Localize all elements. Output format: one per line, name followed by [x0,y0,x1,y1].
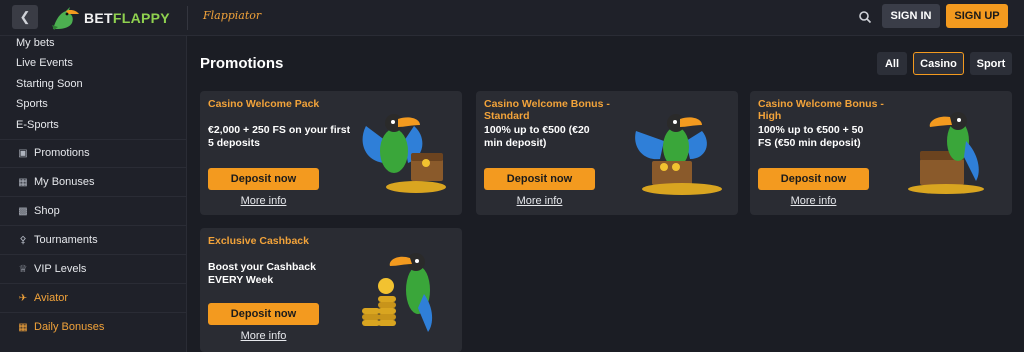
promo-card-title: Casino Welcome Bonus - High [758,98,884,122]
sidebar-item-aviator[interactable]: ✈ Aviator [18,290,68,306]
filter-sport[interactable]: Sport [970,52,1012,75]
parrot-treasure-chest-image [635,114,722,195]
parrot-gold-coins-image [362,253,433,332]
sidebar-item-my-bets[interactable]: My bets [16,35,55,51]
search-icon[interactable] [858,10,872,24]
sidebar-item-vip-levels[interactable]: ♕ VIP Levels [18,261,87,277]
promo-card: Casino Welcome Bonus - High 100% up to €… [750,91,1012,215]
sidebar-divider [0,225,187,226]
sidebar-item-label: Shop [34,205,60,217]
sidebar-item-sports[interactable]: Sports [16,96,48,112]
promo-card-title: Casino Welcome Bonus - Standard [484,98,610,122]
logo-text: BETFLAPPY [84,10,170,26]
promo-card: Exclusive Cashback Boost your Cashback E… [200,228,462,352]
parrot-treasure-chest-image [908,112,984,194]
sidebar-divider [0,196,187,197]
deposit-now-button[interactable]: Deposit now [758,168,869,190]
sidebar-item-label: Daily Bonuses [34,321,105,333]
sidebar-item-label: Aviator [34,292,69,304]
deposit-now-button[interactable]: Deposit now [208,303,319,325]
sidebar-divider [0,167,187,168]
calendar-icon: ▦ [18,321,28,333]
plane-icon: ✈ [18,292,28,304]
header-divider [187,6,188,30]
main-content: Promotions All Casino Sport Casino Welco… [188,36,1024,352]
logo[interactable]: BETFLAPPY [50,4,170,32]
top-bar: ❮ BETFLAPPY Flappiator SIGN IN SIGN UP [0,0,1024,36]
sidebar-item-label: Tournaments [34,234,98,246]
sidebar-item-live-events[interactable]: Live Events [16,55,73,71]
trophy-icon: ⚴ [19,234,27,246]
promo-card-description: €2,000 + 250 FS on your first 5 deposits [208,124,351,149]
toucan-logo-icon [52,7,79,30]
parrot-treasure-chest-image [362,114,446,193]
deposit-now-button[interactable]: Deposit now [208,168,319,190]
filter-casino[interactable]: Casino [913,52,964,75]
deposit-now-button[interactable]: Deposit now [484,168,595,190]
sidebar-item-label: Promotions [34,147,90,159]
more-info-link[interactable]: More info [484,195,595,207]
sidebar-item-tournaments[interactable]: ⚴ Tournaments [18,232,98,248]
promo-card-description: Boost your Cashback EVERY Week [208,261,316,286]
sidebar-item-promotions[interactable]: ▣ Promotions [18,145,90,161]
sidebar-divider [0,139,187,140]
sidebar: My bets Live Events Starting Soon Sports… [0,36,187,352]
more-info-link[interactable]: More info [758,195,869,207]
chevron-left-icon: ❮ [19,9,31,24]
sidebar-item-daily-bonuses[interactable]: ▦ Daily Bonuses [18,319,104,335]
bonus-icon: ▦ [18,176,28,188]
sidebar-divider [0,312,187,313]
sign-in-button[interactable]: SIGN IN [882,4,940,28]
back-button[interactable]: ❮ [12,5,38,29]
shop-icon: ▩ [18,205,28,217]
sidebar-item-label: My Bonuses [34,176,95,188]
gift-icon: ▣ [18,147,28,159]
sidebar-divider [0,254,187,255]
page-title: Promotions [200,55,284,72]
sidebar-item-e-sports[interactable]: E-Sports [16,117,59,133]
crown-icon: ♕ [18,263,28,275]
promo-card-title: Exclusive Cashback [208,235,309,247]
more-info-link[interactable]: More info [208,330,319,342]
sidebar-divider [0,283,187,284]
sidebar-item-shop[interactable]: ▩ Shop [18,203,60,219]
promo-card: Casino Welcome Pack €2,000 + 250 FS on y… [200,91,462,215]
flappiator-link[interactable]: Flappiator [203,9,261,22]
promo-card-description: 100% up to €500 + 50 FS (€50 min deposit… [758,124,864,149]
promo-card: Casino Welcome Bonus - Standard 100% up … [476,91,738,215]
sidebar-item-my-bonuses[interactable]: ▦ My Bonuses [18,174,95,190]
promo-card-title: Casino Welcome Pack [208,98,320,110]
filter-all[interactable]: All [877,52,907,75]
more-info-link[interactable]: More info [208,195,319,207]
sign-up-button[interactable]: SIGN UP [946,4,1008,28]
sidebar-item-label: VIP Levels [34,263,87,275]
sidebar-item-starting-soon[interactable]: Starting Soon [16,76,83,92]
promo-card-description: 100% up to €500 (€20 min deposit) [484,124,590,149]
